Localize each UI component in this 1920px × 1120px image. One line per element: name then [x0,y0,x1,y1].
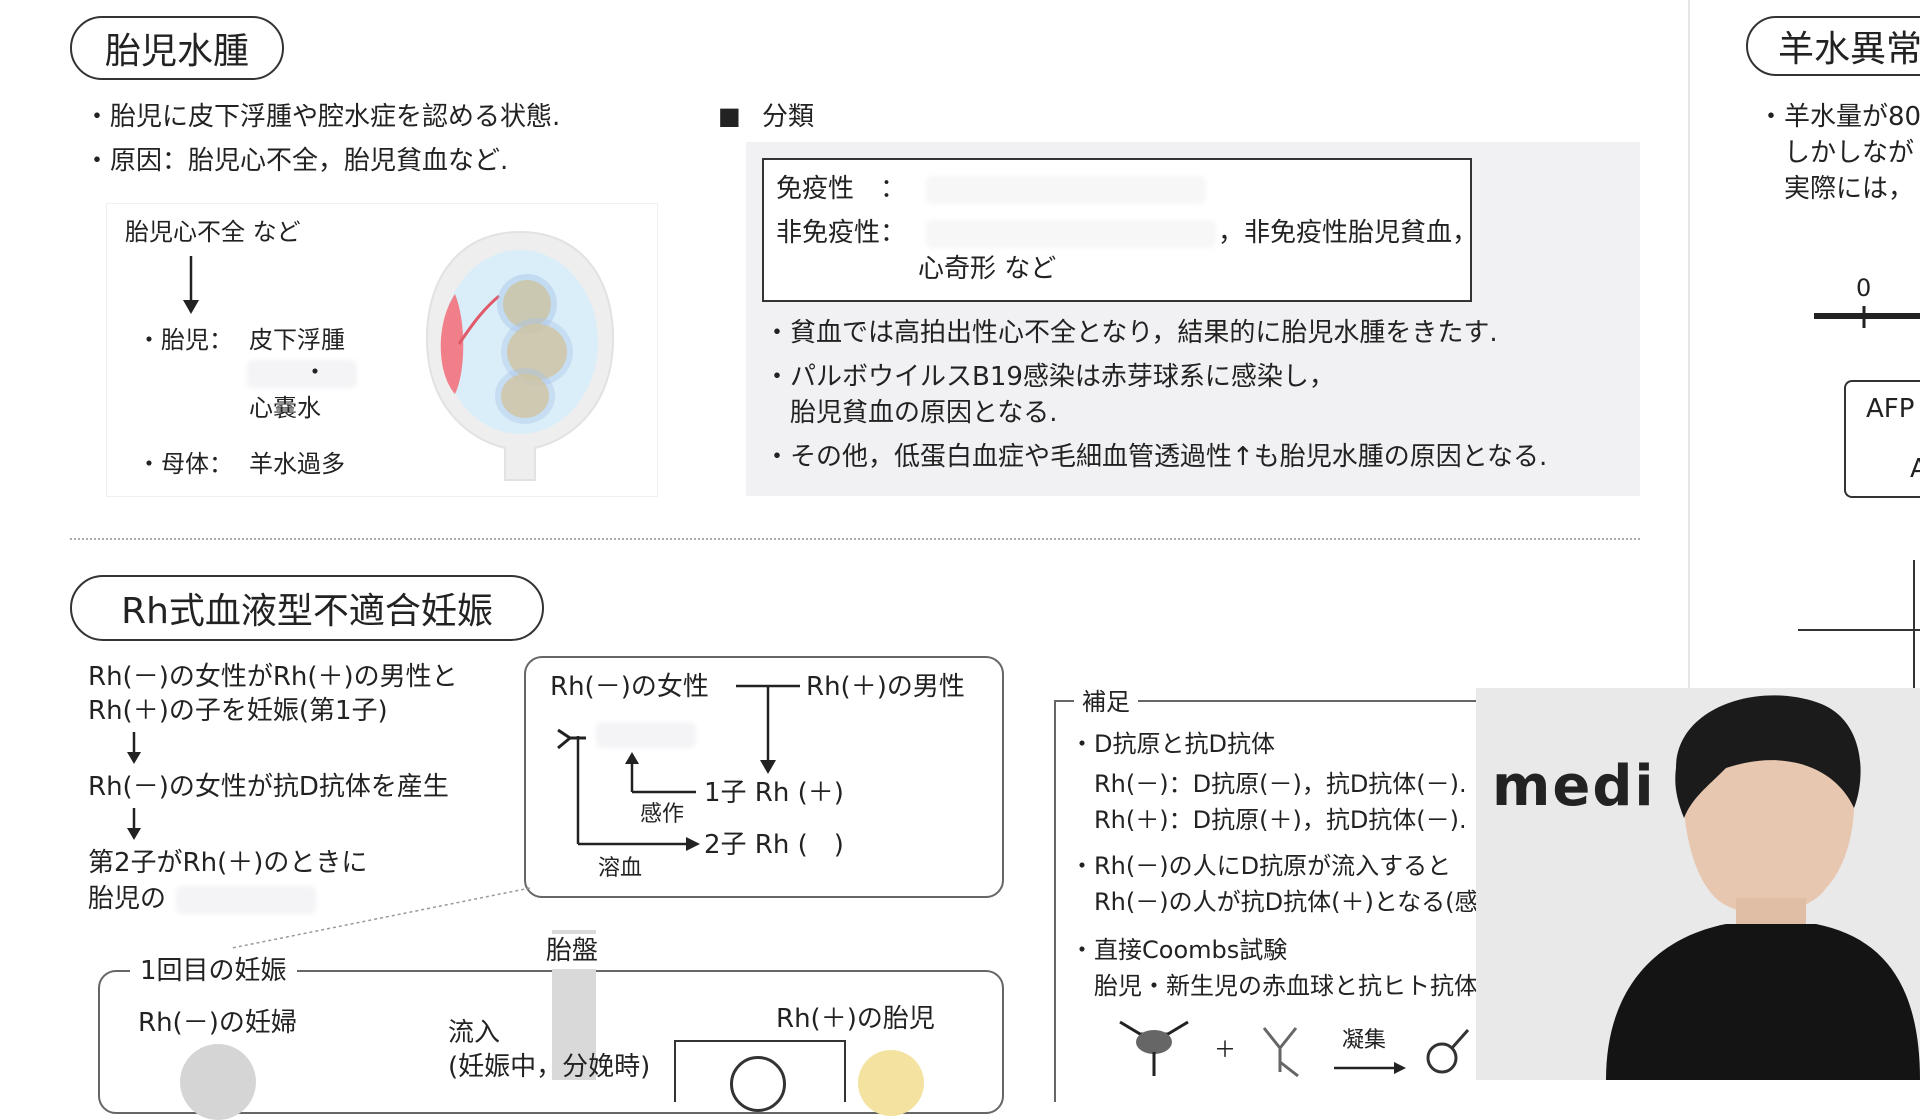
hydrops-mother-item: 羊水過多 [249,450,345,478]
amniotic-line-3: 実際には， [1758,174,1915,204]
classification-heading: 分類 [762,102,815,132]
section-divider [70,538,1640,540]
amniotic-box-line1: AFP [1866,394,1915,424]
hydrops-fetus-item2: 心嚢水 [249,394,321,422]
fetus-head-illustration [730,1056,786,1112]
rh-flow-2: Rh(＋)の子を妊娠(第1子) [88,696,388,726]
placenta-label: 胎盤 [546,934,599,970]
zoom-connector [231,887,531,949]
rh-flow-5: 胎児の [88,884,167,914]
nonimmune-line2: 心奇形 など [918,254,1057,284]
classification-note-2: ・パルボウイルスB19感染は赤芽球系に感染し， [764,362,1335,392]
hydrops-cause: 胎児心不全 など [125,218,301,246]
redacted-area [926,176,1206,204]
down-arrow-icon [183,256,199,314]
fetus-illustration [858,1050,924,1116]
amniotic-title: 羊水異常 [1778,29,1920,70]
rh-flow-4: 第2子がRh(＋)のときに [88,848,368,878]
supplement-heading: 補足 [1074,686,1138,719]
amniotic-chart-axes [1798,560,1920,690]
amniotic-axis [1814,306,1920,328]
redacted-area [926,220,1216,248]
section-title-amniotic: 羊水異常 [1746,16,1920,76]
nonimmune-label: 非免疫性： [776,218,907,248]
supplement-item-3: Rh(＋)：D抗原(＋)，抗D抗体(－). [1070,806,1467,834]
rh-family-hemolysis: 溶血 [598,856,643,881]
down-arrow-icon [127,732,141,764]
fetus-in-uterus-illustration [425,230,615,481]
presenter-silhouette [1606,695,1920,1080]
supplement-item-6: ・直接Coombs試験 [1070,936,1288,964]
pregnant-woman-illustration [180,1044,256,1120]
presenter-webcam: medi [1476,688,1920,1080]
rh-flow-3: Rh(－)の女性が抗D抗体を産生 [88,772,449,802]
rh-flow-1: Rh(－)の女性がRh(＋)の男性と [88,662,458,692]
coombs-agglutination: 凝集 [1342,1028,1387,1053]
classification-marker: ■ [718,102,741,130]
supplement-item-4: ・Rh(－)の人にD抗原が流入すると [1070,852,1452,880]
supplement-item-1: ・D抗原と抗D抗体 [1070,730,1275,758]
classification-note-4: ・その他，低蛋白血症や毛細血管透過性↑も胎児水腫の原因となる. [764,442,1548,472]
amniotic-box-line2: A [1910,454,1920,484]
supplement-item-5: Rh(－)の人が抗D抗体(＋)となる(感 [1070,888,1479,916]
first-pregnancy-heading: 1回目の妊娠 [130,954,297,990]
supplement-item-7: 胎児・新生児の赤血球と抗ヒト抗体 [1070,972,1478,1000]
hydrops-fetus-dot: ・ [303,358,327,386]
section-title-hydrops: 胎児水腫 [70,16,284,80]
section-title-rh: Rh式血液型不適合妊娠 [70,575,544,641]
fetus-label: Rh(＋)の胎児 [776,1004,935,1034]
amniotic-axis-zero: 0 [1856,274,1872,302]
down-arrow-icon [127,808,141,840]
rh-title: Rh式血液型不適合妊娠 [121,591,493,632]
redacted-area [247,360,357,388]
rh-family-child2: 2子 Rh ( ) [704,830,844,860]
coombs-illustration [1119,1020,1470,1078]
hydrops-fetus-label: ・胎児： [137,326,233,354]
amniotic-line-2: しかしなが [1758,138,1915,168]
rh-family-sensitize: 感作 [640,802,685,827]
coombs-plus: ＋ [1214,1038,1237,1063]
hydrops-diagram-card: 胎児心不全 など ・胎児： 皮下浮腫 ・ 心嚢水 ・母体： 羊水過多 [106,203,658,497]
amniotic-line-1: ・羊水量が80 [1758,102,1920,132]
rh-family-child1: 1子 Rh (＋) [704,778,844,808]
nonimmune-suffix: ，非免疫性胎児貧血， [1218,218,1479,248]
redacted-area [596,722,696,748]
hydrops-bullet-2: ・原因：胎児心不全，胎児貧血など. [84,146,509,176]
hydrops-title: 胎児水腫 [104,31,249,72]
hydrops-fetus-item1: 皮下浮腫 [249,326,345,354]
inflow-label-1: 流入 [448,1018,501,1048]
classification-note-1: ・貧血では高拍出性心不全となり，結果的に胎児水腫をきたす. [764,318,1498,348]
immune-label: 免疫性 ： [776,174,907,204]
classification-note-3: 胎児貧血の原因となる. [764,398,1058,428]
pregnant-label: Rh(－)の妊婦 [138,1008,297,1038]
hydrops-bullet-1: ・胎児に皮下浮腫や腔水症を認める状態. [84,102,561,132]
supplement-item-2: Rh(－)：D抗原(－)，抗D抗体(－). [1070,770,1467,798]
hydrops-mother-label: ・母体： [137,450,233,478]
